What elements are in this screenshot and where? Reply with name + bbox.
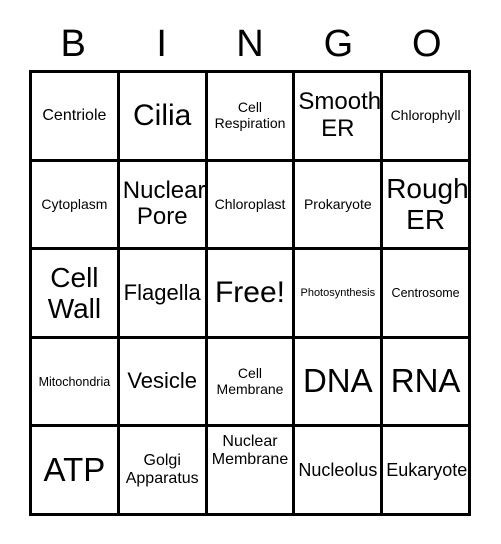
bingo-cell-label: Mitochondria xyxy=(38,374,111,389)
bingo-cell-label: Cell Respiration xyxy=(214,99,286,131)
bingo-cell[interactable]: Cell Membrane xyxy=(207,338,296,428)
bingo-cell-label: Chloroplast xyxy=(214,195,286,212)
bingo-cell-label: Cell Membrane xyxy=(216,364,284,397)
bingo-cell[interactable]: Photosynthesis xyxy=(295,250,384,339)
bingo-cell-label: ATP xyxy=(43,450,106,488)
bingo-cell-label: Cytoplasm xyxy=(41,195,108,212)
bingo-cell[interactable]: Centrosome xyxy=(383,250,471,339)
bingo-cell-label: Smooth ER xyxy=(298,87,382,142)
bingo-cell-label: Nuclear Pore xyxy=(122,176,206,231)
bingo-cell[interactable]: Nucleolus xyxy=(295,427,384,516)
bingo-cell-label: Centrosome xyxy=(391,285,460,300)
bingo-cell[interactable]: Rough ER xyxy=(383,161,471,251)
bingo-cell[interactable]: Cytoplasm xyxy=(32,161,120,251)
bingo-cell-label: Vesicle xyxy=(127,368,198,394)
bingo-header-letter-g: G xyxy=(323,23,354,65)
bingo-cell-label: Flagella xyxy=(123,279,201,305)
bingo-card: B I N G O Centriole Cilia Cell Respiration… xyxy=(0,0,501,544)
bingo-cell-label: Free! xyxy=(214,276,285,310)
bingo-cell[interactable]: Chloroplast xyxy=(207,161,296,251)
bingo-cell-label: Chlorophyll xyxy=(390,106,461,123)
bingo-cell[interactable]: Flagella xyxy=(119,250,208,339)
bingo-cell-label: RNA xyxy=(390,362,461,400)
bingo-cell[interactable]: Nuclear Pore xyxy=(119,161,208,251)
bingo-header-letter-o: O xyxy=(412,23,442,65)
bingo-cell[interactable]: DNA xyxy=(295,338,384,428)
bingo-header-letter-b: B xyxy=(60,23,86,65)
bingo-cell[interactable]: Free! xyxy=(207,250,296,339)
bingo-cell[interactable]: Golgi Apparatus xyxy=(119,427,208,516)
bingo-cell[interactable]: RNA xyxy=(383,338,471,428)
bingo-cell[interactable]: Vesicle xyxy=(119,338,208,428)
bingo-cell[interactable]: Nuclear Membrane xyxy=(207,427,296,516)
bingo-cell[interactable]: Mitochondria xyxy=(32,338,120,428)
bingo-cell-label: Photosynthesis xyxy=(300,286,376,299)
bingo-cell[interactable]: Chlorophyll xyxy=(383,73,471,162)
bingo-cell-label: DNA xyxy=(302,362,373,400)
bingo-cell[interactable]: Centriole xyxy=(32,73,120,162)
bingo-cell-label: Eukaryote xyxy=(386,460,468,481)
bingo-cell-label: Cilia xyxy=(133,99,192,132)
bingo-grid: Centriole Cilia Cell Respiration Smooth ER C… xyxy=(29,70,471,516)
bingo-cell-label: Centriole xyxy=(42,106,107,124)
bingo-cell-label: Nuclear Membrane xyxy=(211,433,289,469)
bingo-header-row: B I N G O xyxy=(29,18,471,70)
bingo-cell[interactable]: Smooth ER xyxy=(295,73,384,162)
bingo-cell[interactable]: Cilia xyxy=(119,73,208,162)
bingo-cell[interactable]: Prokaryote xyxy=(295,161,384,251)
bingo-cell-label: Cell Wall xyxy=(47,261,102,324)
bingo-cell[interactable]: Eukaryote xyxy=(383,427,471,516)
bingo-cell-label: Prokaryote xyxy=(303,195,372,212)
bingo-cell[interactable]: ATP xyxy=(32,427,120,516)
bingo-cell-label: Golgi Apparatus xyxy=(125,452,199,488)
bingo-header-letter-n: N xyxy=(236,23,264,65)
bingo-header-letter-i: I xyxy=(156,23,167,65)
bingo-cell[interactable]: Cell Wall xyxy=(32,250,120,339)
bingo-cell-label: Nucleolus xyxy=(298,460,378,481)
bingo-cell[interactable]: Cell Respiration xyxy=(207,73,296,162)
bingo-cell-label: Rough ER xyxy=(386,173,469,236)
